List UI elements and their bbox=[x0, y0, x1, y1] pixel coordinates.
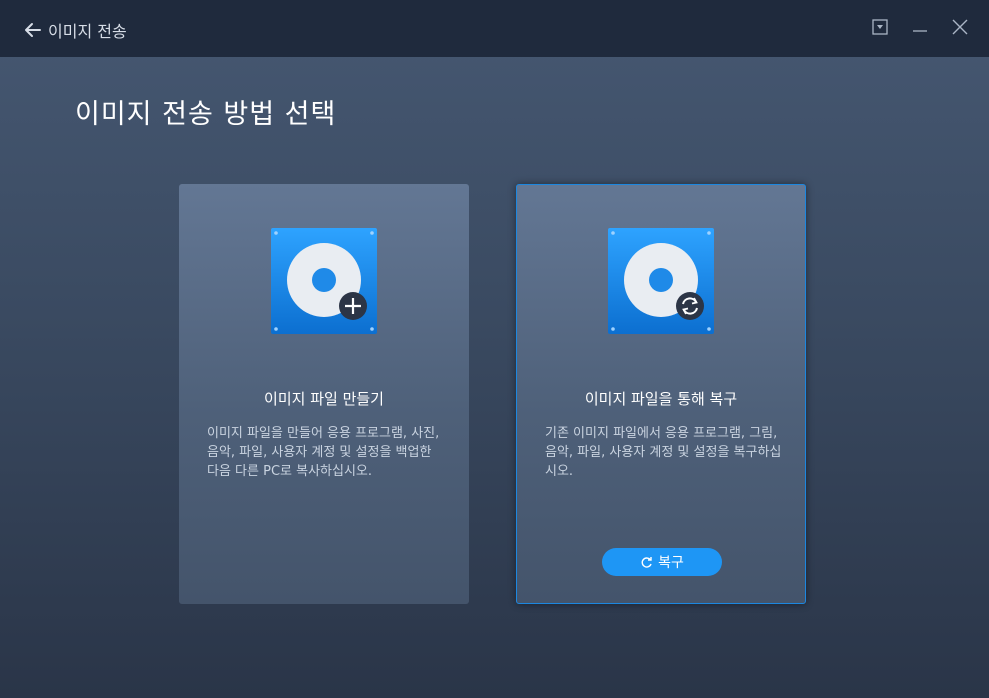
create-image-title: 이미지 파일 만들기 bbox=[264, 390, 384, 408]
disk-plus-icon bbox=[271, 228, 377, 334]
disk-restore-icon bbox=[608, 228, 714, 334]
create-image-description: 이미지 파일을 만들어 응용 프로그램, 사진, 음악, 파일, 사용자 계정 … bbox=[207, 426, 440, 479]
restore-button[interactable]: 복구 bbox=[602, 548, 722, 576]
window-title: 이미지 전송 bbox=[48, 22, 127, 41]
minimize-button[interactable] bbox=[911, 18, 929, 36]
close-icon bbox=[952, 19, 968, 35]
page-title: 이미지 전송 방법 선택 bbox=[75, 99, 337, 130]
dropdown-box-icon bbox=[872, 19, 888, 35]
refresh-icon bbox=[641, 556, 652, 568]
restore-image-title: 이미지 파일을 통해 복구 bbox=[584, 390, 738, 408]
dropdown-menu-button[interactable] bbox=[871, 18, 889, 36]
title-bar: 이미지 전송 bbox=[0, 0, 989, 57]
close-button[interactable] bbox=[951, 18, 969, 36]
restore-image-card[interactable]: 이미지 파일을 통해 복구 기존 이미지 파일에서 응용 프로그램, 그림, 음… bbox=[516, 184, 806, 604]
create-image-card[interactable]: 이미지 파일 만들기 이미지 파일을 만들어 응용 프로그램, 사진, 음악, … bbox=[179, 184, 469, 604]
minimize-icon bbox=[913, 30, 927, 32]
back-button[interactable]: 이미지 전송 bbox=[24, 18, 127, 42]
window-controls bbox=[871, 18, 969, 36]
restore-image-description: 기존 이미지 파일에서 응용 프로그램, 그림, 음악, 파일, 사용자 계정 … bbox=[545, 426, 782, 479]
restore-button-label: 복구 bbox=[658, 555, 684, 571]
arrow-left-icon bbox=[25, 23, 41, 37]
